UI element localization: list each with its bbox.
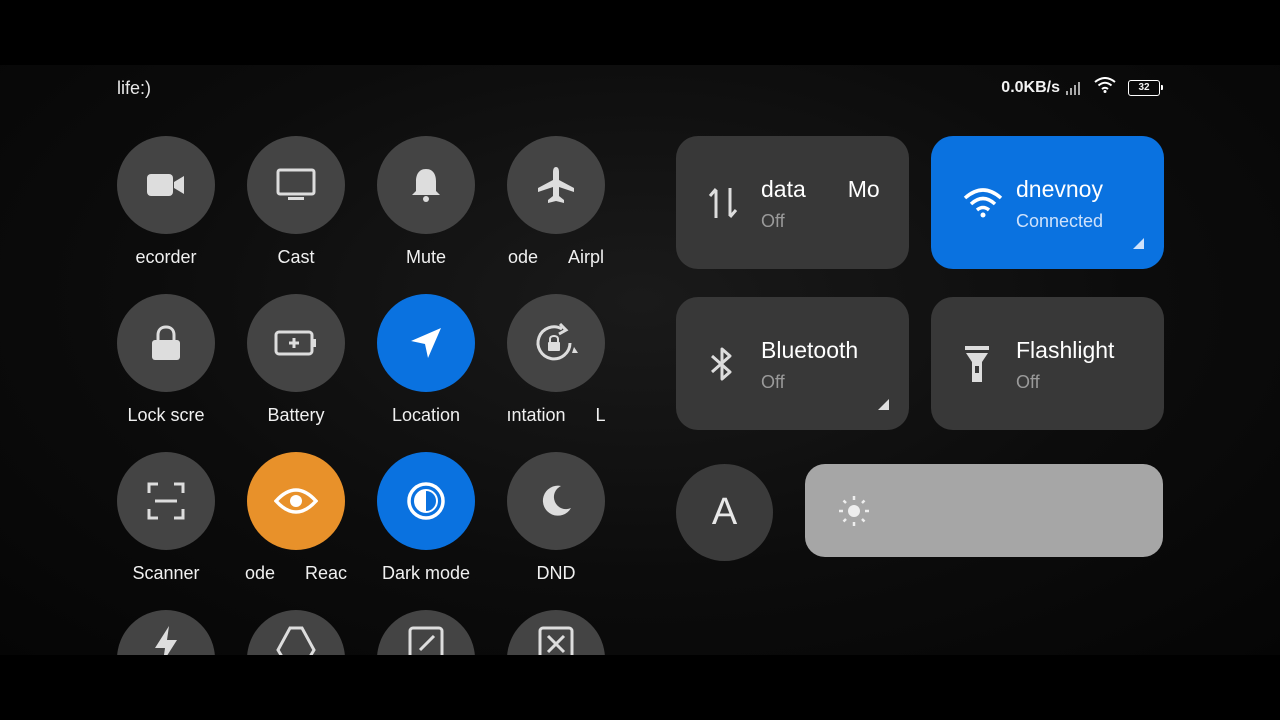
tile-label: DND bbox=[536, 563, 576, 583]
card-status: Off bbox=[761, 372, 785, 392]
location-button[interactable] bbox=[377, 294, 475, 392]
screen-recorder-button[interactable] bbox=[117, 136, 215, 234]
card-status: Off bbox=[1016, 372, 1040, 392]
quick-toggle[interactable] bbox=[247, 610, 345, 655]
tile-label: ode bbox=[244, 563, 276, 583]
rotation-lock-toggle[interactable]: ıntation L bbox=[506, 294, 606, 427]
edit-icon bbox=[408, 626, 444, 655]
quick-toggle[interactable] bbox=[377, 610, 475, 655]
lock-screen-toggle[interactable]: Lock scre bbox=[117, 294, 215, 427]
dnd-toggle[interactable]: DND bbox=[507, 452, 605, 585]
reading-mode-toggle[interactable]: ode Reac bbox=[244, 452, 348, 585]
carrier-name: life:) bbox=[117, 78, 152, 98]
location-toggle[interactable]: Location bbox=[377, 294, 475, 427]
tile-label: ıntation bbox=[506, 405, 566, 425]
tile-label: ecorder bbox=[135, 247, 197, 267]
tile-label: Mute bbox=[405, 247, 447, 267]
card-status: Off bbox=[761, 211, 785, 231]
screenshot-icon bbox=[538, 626, 574, 655]
wifi-icon bbox=[1094, 77, 1116, 98]
battery-saver-toggle[interactable]: Battery bbox=[247, 294, 345, 427]
wifi-card[interactable]: dnevnoy Connected bbox=[931, 136, 1164, 269]
card-title: data Mo bbox=[761, 176, 880, 202]
mute-toggle[interactable]: Mute bbox=[377, 136, 475, 269]
lock-icon bbox=[152, 325, 180, 360]
scanner-icon bbox=[147, 482, 185, 520]
tile-label-overflow: Reac bbox=[305, 563, 348, 583]
moon-icon bbox=[542, 485, 571, 516]
video-camera-icon bbox=[147, 174, 184, 196]
mute-button[interactable] bbox=[377, 136, 475, 234]
signal-icon bbox=[1066, 81, 1080, 95]
lock-screen-button[interactable] bbox=[117, 294, 215, 392]
scanner-toggle[interactable]: Scanner bbox=[117, 452, 215, 585]
eye-icon bbox=[274, 488, 318, 514]
screen-recorder-toggle[interactable]: ecorder bbox=[117, 136, 215, 269]
tile-label: ode bbox=[507, 247, 539, 267]
toggle-button[interactable] bbox=[377, 610, 475, 655]
quick-toggles-grid: ecorder Cast Mute ode Airpl Lock scre Ba… bbox=[117, 136, 607, 655]
mobile-data-card[interactable]: data Mo Off bbox=[676, 136, 909, 269]
data-arrows-icon bbox=[708, 187, 738, 218]
airplane-mode-toggle[interactable]: ode Airpl bbox=[507, 136, 605, 269]
card-title: dnevnoy bbox=[1016, 176, 1103, 202]
tile-label: Lock scre bbox=[127, 405, 205, 425]
brightness-slider[interactable] bbox=[805, 464, 1163, 557]
tile-label: Dark mode bbox=[381, 563, 471, 583]
expand-corner-icon[interactable] bbox=[1133, 238, 1144, 249]
network-speed: 0.0KB/s bbox=[1001, 78, 1060, 96]
cast-button[interactable] bbox=[247, 136, 345, 234]
card-title: Flashlight bbox=[1016, 337, 1115, 363]
flashlight-card[interactable]: Flashlight Off bbox=[931, 297, 1164, 430]
expand-corner-icon[interactable] bbox=[878, 399, 889, 410]
tile-label: Scanner bbox=[132, 563, 200, 583]
toggle-button[interactable] bbox=[247, 610, 345, 655]
tile-label-overflow: L bbox=[595, 405, 606, 425]
card-title: Bluetooth bbox=[761, 337, 859, 363]
dark-mode-icon bbox=[407, 482, 445, 520]
status-bar: 0.0KB/s 32 bbox=[1001, 77, 1163, 98]
quick-toggle[interactable] bbox=[117, 610, 215, 655]
sun-icon bbox=[839, 496, 869, 526]
bluetooth-card[interactable]: Bluetooth Off bbox=[676, 297, 909, 430]
quick-toggle[interactable] bbox=[507, 610, 605, 655]
tile-label: Battery bbox=[267, 405, 325, 425]
rotate-lock-icon bbox=[536, 323, 578, 361]
flashlight-icon bbox=[965, 345, 989, 382]
drive-icon bbox=[276, 626, 316, 655]
auto-brightness-button[interactable]: A bbox=[676, 464, 773, 561]
cast-toggle[interactable]: Cast bbox=[247, 136, 345, 269]
dark-mode-toggle[interactable]: Dark mode bbox=[377, 452, 475, 585]
toggle-button[interactable] bbox=[117, 610, 215, 655]
monitor-icon bbox=[276, 168, 316, 200]
battery-saver-icon bbox=[274, 330, 316, 356]
scanner-button[interactable] bbox=[117, 452, 215, 550]
bell-icon bbox=[412, 169, 440, 202]
airplane-icon bbox=[538, 167, 574, 203]
lightning-icon bbox=[155, 626, 177, 655]
location-arrow-icon bbox=[411, 328, 441, 358]
tile-label-overflow: Airpl bbox=[568, 247, 605, 267]
battery-icon: 32 bbox=[1128, 79, 1163, 96]
bluetooth-icon bbox=[711, 347, 732, 380]
dark-mode-button[interactable] bbox=[377, 452, 475, 550]
dnd-button[interactable] bbox=[507, 452, 605, 550]
battery-saver-button[interactable] bbox=[247, 294, 345, 392]
control-center: life:) 0.0KB/s 32 ecorder Cast Mute ode … bbox=[0, 65, 1280, 655]
card-status: Connected bbox=[1016, 211, 1104, 231]
tile-label: Cast bbox=[277, 247, 315, 267]
wifi-icon bbox=[963, 187, 1003, 217]
toggle-button[interactable] bbox=[507, 610, 605, 655]
airplane-mode-button[interactable] bbox=[507, 136, 605, 234]
reading-mode-button[interactable] bbox=[247, 452, 345, 550]
tile-label: Location bbox=[391, 405, 461, 425]
rotation-lock-button[interactable] bbox=[507, 294, 605, 392]
